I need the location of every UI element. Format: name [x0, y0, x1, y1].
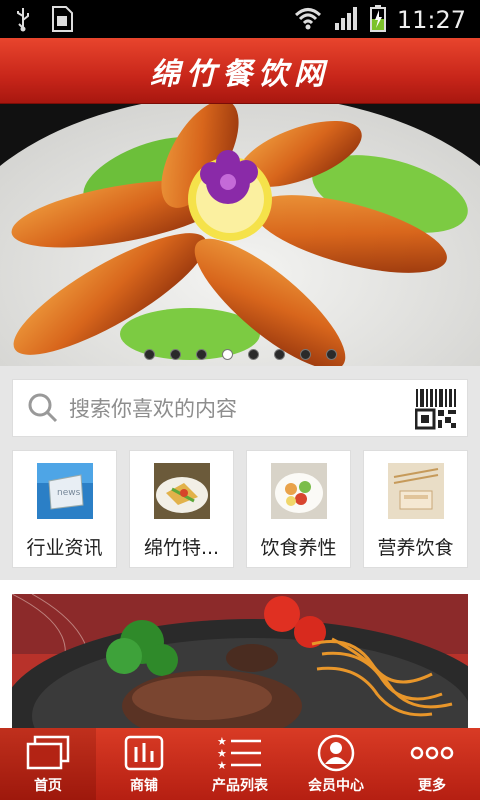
carousel-dot[interactable] [195, 349, 207, 360]
tab-shop[interactable]: 商铺 [96, 728, 192, 800]
member-icon [316, 734, 356, 772]
sim-card-icon [50, 6, 74, 36]
carousel-dot[interactable] [299, 349, 311, 360]
tab-more[interactable]: 更多 [384, 728, 480, 800]
carousel-dot[interactable] [143, 349, 155, 360]
search-input[interactable]: 搜索你喜欢的内容 [12, 379, 468, 437]
food-photo-icon [271, 463, 327, 519]
category-label: 营养饮食 [377, 537, 454, 559]
news-icon: news [37, 463, 93, 519]
tab-label: 更多 [418, 778, 446, 794]
category-tile-mianzhu-specialty[interactable]: 绵竹特... [129, 450, 234, 568]
qr-scan-icon[interactable] [414, 388, 457, 434]
bottom-tab-bar: 首页 商铺 ★ ★ ★ 产品列表 会员中心 更多 [0, 728, 480, 800]
shop-icon [124, 734, 164, 772]
carousel-dot[interactable] [273, 349, 285, 360]
tab-label: 首页 [34, 778, 62, 794]
app-header: 绵竹餐饮网 [0, 38, 480, 104]
battery-icon [369, 4, 387, 36]
category-label: 行业资讯 [26, 537, 103, 559]
usb-icon [14, 6, 32, 36]
status-bar: 11:27 [0, 0, 480, 38]
tab-home[interactable]: 首页 [0, 728, 96, 800]
svg-text:★: ★ [217, 759, 227, 771]
wifi-icon [293, 5, 323, 35]
tab-label: 会员中心 [308, 778, 364, 794]
search-icon [27, 392, 59, 424]
tab-label: 商铺 [130, 778, 158, 794]
carousel-dot[interactable] [169, 349, 181, 360]
search-section: 搜索你喜欢的内容 [0, 366, 480, 448]
tab-product-list[interactable]: ★ ★ ★ 产品列表 [192, 728, 288, 800]
featured-section [0, 580, 480, 734]
carousel-dot[interactable] [325, 349, 337, 360]
category-tile-nutrition[interactable]: 营养饮食 [363, 450, 468, 568]
banner-carousel[interactable] [0, 104, 480, 366]
category-grid: news 行业资讯 绵竹特... 饮食养性 营养饮食 [0, 448, 480, 580]
carousel-indicator[interactable] [0, 349, 480, 360]
category-label: 绵竹特... [143, 537, 220, 559]
list-icon: ★ ★ ★ [217, 734, 263, 772]
signal-icon [333, 5, 359, 35]
tab-member-center[interactable]: 会员中心 [288, 728, 384, 800]
category-label: 饮食养性 [260, 537, 337, 559]
more-icon [410, 734, 454, 772]
home-icon [26, 734, 70, 772]
carousel-dot[interactable] [247, 349, 259, 360]
clock: 11:27 [396, 6, 466, 34]
page-title: 绵竹餐饮网 [150, 56, 330, 92]
featured-image[interactable] [12, 594, 468, 734]
banner-image [0, 104, 480, 366]
svg-text:news: news [57, 488, 81, 498]
category-tile-news[interactable]: news 行业资讯 [12, 450, 117, 568]
food-photo-icon [154, 463, 210, 519]
food-photo-icon [388, 463, 444, 519]
search-placeholder: 搜索你喜欢的内容 [69, 397, 237, 421]
category-tile-diet-wellness[interactable]: 饮食养性 [246, 450, 351, 568]
tab-label: 产品列表 [212, 778, 268, 794]
carousel-dot[interactable] [221, 349, 233, 360]
